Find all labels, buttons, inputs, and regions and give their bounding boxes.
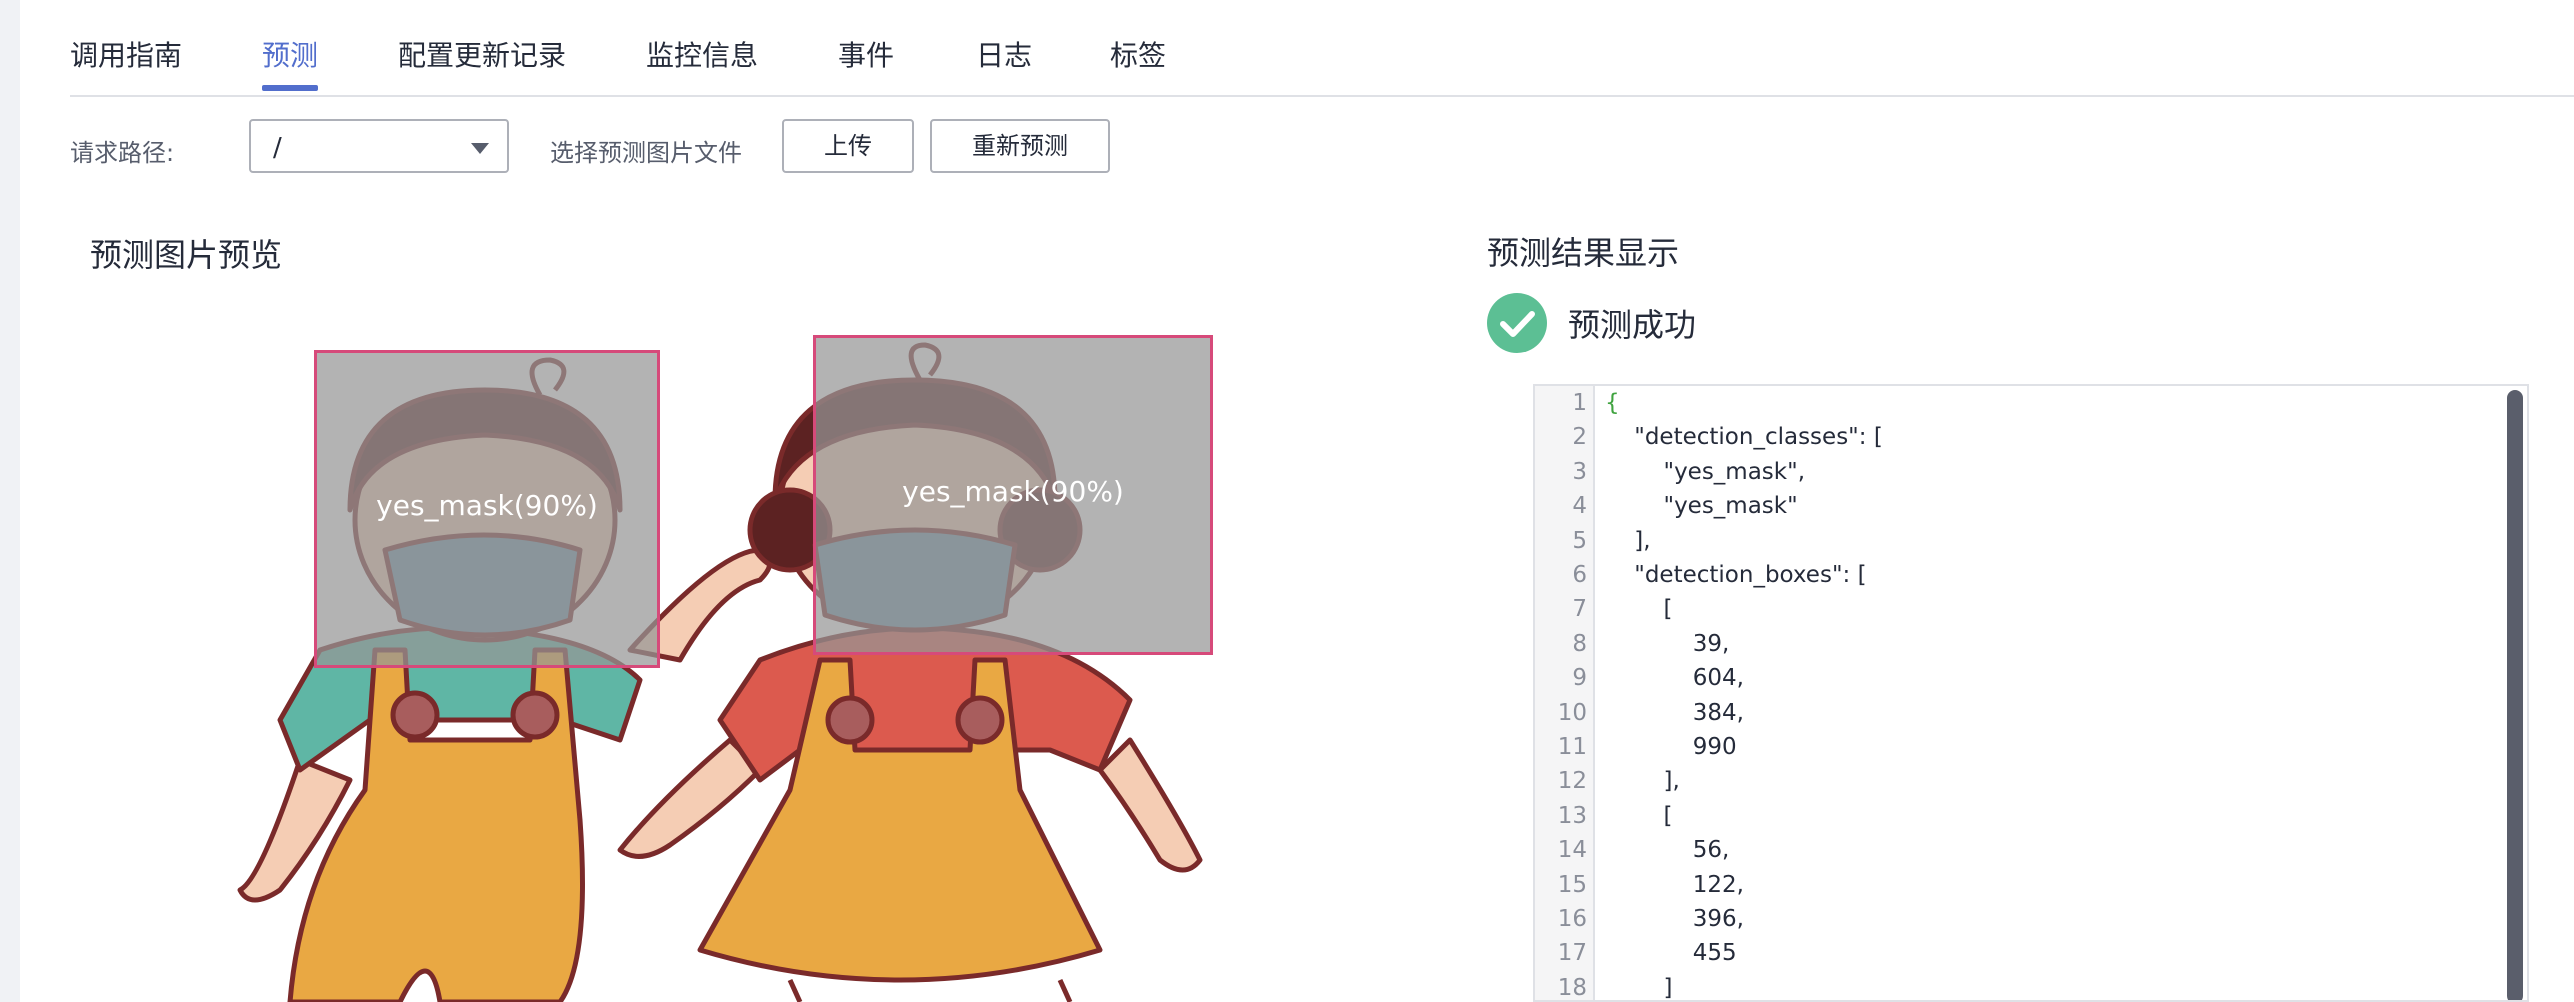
code-line: 16 396, — [1535, 906, 2527, 940]
line-number: 11 — [1557, 734, 1587, 760]
line-number: 10 — [1557, 699, 1587, 726]
code-text: ], — [1605, 768, 1680, 795]
line-number: 12 — [1557, 768, 1587, 795]
line-number: 4 — [1572, 493, 1587, 520]
line-number: 5 — [1572, 527, 1587, 554]
code-text: [ — [1605, 802, 1673, 829]
code-text: { — [1605, 390, 1620, 416]
code-line: 11 990 — [1535, 734, 2527, 768]
line-number: 14 — [1557, 837, 1587, 864]
code-text: 56, — [1605, 837, 1730, 864]
tab-predict[interactable]: 预测 — [262, 34, 318, 74]
code-text: "detection_boxes": [ — [1605, 562, 1867, 588]
code-line: 10 384, — [1535, 700, 2527, 734]
line-number: 2 — [1572, 424, 1587, 451]
code-text: 396, — [1605, 906, 1744, 932]
code-text: 990 — [1605, 734, 1737, 760]
tab-config-history[interactable]: 配置更新记录 — [398, 34, 566, 74]
code-line: 5 ], — [1535, 528, 2527, 562]
detection-box-2: yes_mask(90%) — [813, 335, 1213, 655]
prediction-image: yes_mask(90%) yes_mask(90%) — [200, 320, 1300, 1002]
tab-monitoring[interactable]: 监控信息 — [646, 34, 758, 74]
prediction-status: 预测成功 — [1568, 306, 1697, 344]
code-line: 8 39, — [1535, 631, 2527, 665]
detection-box-1: yes_mask(90%) — [314, 350, 660, 668]
line-number: 8 — [1572, 630, 1587, 657]
code-line: 17 455 — [1535, 940, 2527, 974]
code-text: "yes_mask", — [1605, 458, 1806, 485]
active-tab-indicator — [262, 85, 318, 91]
code-text: 455 — [1605, 940, 1737, 967]
line-number: 13 — [1557, 802, 1587, 829]
code-text: 384, — [1605, 699, 1744, 726]
code-line: 13 [ — [1535, 803, 2527, 837]
result-title: 预测结果显示 — [1487, 234, 1680, 272]
code-text: ], — [1605, 527, 1651, 554]
line-number: 6 — [1572, 562, 1587, 588]
upload-button[interactable]: 上传 — [782, 119, 914, 173]
line-number: 16 — [1557, 906, 1587, 932]
success-check-icon — [1487, 293, 1547, 353]
line-number: 3 — [1572, 458, 1587, 485]
line-number: 15 — [1557, 871, 1587, 898]
code-line: 7 [ — [1535, 596, 2527, 630]
code-line: 14 56, — [1535, 837, 2527, 871]
request-path-select[interactable]: / — [249, 119, 509, 173]
line-number: 1 — [1572, 390, 1587, 416]
request-path-value: / — [273, 133, 282, 163]
line-number: 17 — [1557, 940, 1587, 967]
preview-title: 预测图片预览 — [90, 236, 283, 274]
select-file-label: 选择预测图片文件 — [550, 139, 742, 167]
code-line: 18 ] — [1535, 974, 2527, 1001]
line-number: 7 — [1572, 596, 1587, 623]
tab-logs[interactable]: 日志 — [976, 34, 1032, 74]
code-line: 2 "detection_classes": [ — [1535, 424, 2527, 458]
result-code-viewer[interactable]: 1{2 "detection_classes": [3 "yes_mask", 4… — [1533, 384, 2529, 1002]
code-line: 12 ], — [1535, 768, 2527, 802]
code-text: 604, — [1605, 665, 1744, 692]
code-line: 9 604, — [1535, 665, 2527, 699]
request-path-label: 请求路径: — [70, 139, 175, 167]
code-line: 6 "detection_boxes": [ — [1535, 562, 2527, 596]
code-line: 15 122, — [1535, 872, 2527, 906]
tab-events[interactable]: 事件 — [838, 34, 894, 74]
code-text: ] — [1605, 974, 1673, 1001]
code-line: 1{ — [1535, 390, 2527, 424]
code-text: "detection_classes": [ — [1605, 424, 1883, 451]
line-number: 18 — [1557, 974, 1587, 1001]
code-text: [ — [1605, 596, 1673, 623]
line-number: 9 — [1572, 665, 1587, 692]
vertical-scrollbar[interactable] — [2507, 390, 2523, 1000]
code-text: 122, — [1605, 871, 1744, 898]
tab-call-guide[interactable]: 调用指南 — [70, 34, 182, 74]
tab-bar: 调用指南 预测 配置更新记录 监控信息 事件 日志 标签 — [70, 0, 2574, 97]
repredict-button[interactable]: 重新预测 — [930, 119, 1110, 173]
code-text: "yes_mask" — [1605, 493, 1798, 520]
code-line: 4 "yes_mask" — [1535, 493, 2527, 527]
code-line: 3 "yes_mask", — [1535, 459, 2527, 493]
caret-down-icon — [471, 143, 489, 154]
left-sidebar-strip — [0, 0, 20, 1002]
detection-label-2: yes_mask(90%) — [902, 475, 1124, 508]
tab-tags[interactable]: 标签 — [1110, 34, 1166, 74]
detection-label-1: yes_mask(90%) — [376, 489, 598, 522]
code-text: 39, — [1605, 630, 1730, 657]
